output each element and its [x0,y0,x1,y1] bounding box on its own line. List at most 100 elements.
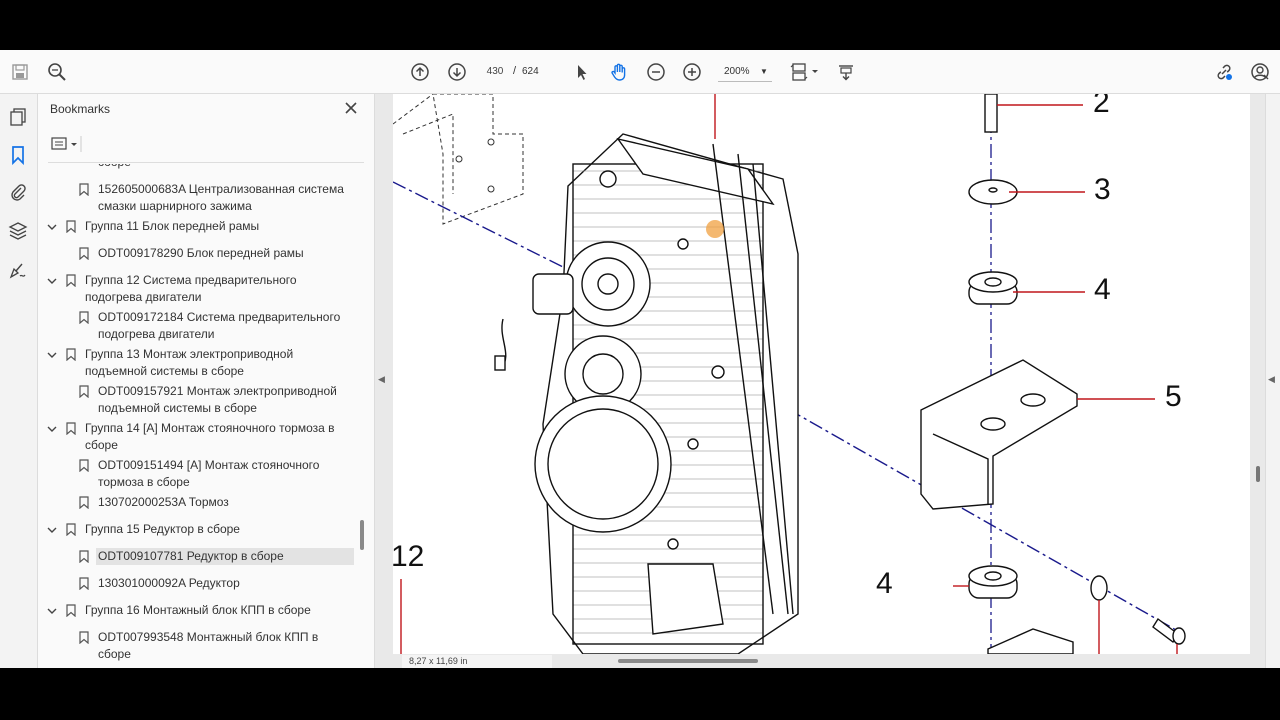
callout-12: 12 [393,540,425,573]
bookmarks-panel-title: Bookmarks [50,102,111,116]
page-size-indicator: 8,27 x 11,69 in [402,655,552,668]
bookmark-icon [79,459,89,472]
bookmark-label: сборе [98,164,354,171]
main-toolbar: 430 / 624 200% ▼ [0,50,1280,94]
callout-2: 2 [1093,94,1110,119]
bookmark-item[interactable]: ODT009151494 [A] Монтаж стояночного торм… [79,457,354,491]
gearbox-drawing [494,133,799,654]
page-total: 624 [522,66,539,77]
bookmark-icon [79,550,89,563]
callout-5: 5 [1165,380,1182,413]
zoom-level-select[interactable]: 200% ▼ [718,62,772,82]
pdf-page: 2 3 4 5 4 12 [393,94,1250,654]
callout-3: 3 [1094,173,1111,206]
account-icon[interactable] [1248,60,1272,84]
screw-part [1152,617,1186,645]
chevron-down-icon[interactable] [47,424,57,434]
bookmark-item[interactable]: сборе [96,164,354,171]
bookmark-tree: сборе 152605000683A Централизованная сист… [38,164,364,668]
bookmark-icon [79,183,89,196]
callout-4-lower: 4 [876,567,893,600]
chevron-down-icon[interactable] [47,606,57,616]
horizontal-scrollbar-thumb[interactable] [618,659,758,663]
bookmark-group[interactable]: Группа 16 Монтажный блок КПП в сборе [38,602,354,619]
bookmark-group[interactable]: Группа 12 Система предварительного подог… [38,272,354,306]
bookmark-label: ODT009151494 [A] Монтаж стояночного торм… [98,458,320,489]
bookmark-icon [66,220,76,233]
page-display-button[interactable] [788,60,822,84]
bookmark-label: ODT009172184 Система предварительного по… [98,310,341,341]
zoom-level-value: 200% [724,66,750,77]
bookmark-label: Группа 14 [A] Монтаж стояночного тормоза… [85,421,335,452]
bookmark-icon [66,274,76,287]
base-block-part [987,628,1074,654]
bookmark-options-button[interactable] [50,134,82,154]
bookmark-label: ODT009157921 Монтаж электроприводной под… [98,384,337,415]
bookmark-group[interactable]: Группа 15 Редуктор в сборе [38,521,354,538]
chevron-down-icon: ▼ [760,67,768,76]
bookmark-label: 152605000683A Централизованная система с… [98,182,344,213]
chevron-down-icon[interactable] [47,222,57,232]
bookmark-group[interactable]: Группа 11 Блок передней рамы [38,218,354,235]
top-black-border [0,0,1280,50]
chevron-down-icon[interactable] [47,525,57,535]
select-tool-icon[interactable] [570,60,594,84]
vertical-scrollbar-thumb[interactable] [1256,466,1260,482]
bookmark-item[interactable]: 130702000253A Тормоз [79,494,354,511]
share-link-icon[interactable] [1212,60,1236,84]
zoom-in-button[interactable] [680,60,704,84]
page-thumbnails-icon[interactable] [7,106,29,128]
bookmark-icon [79,631,89,644]
previous-page-button[interactable] [408,60,432,84]
bookmark-label: 130301000092A Редуктор [98,576,240,590]
bookmark-label: ODT007993548 Монтажный блок КПП в сборе [98,630,319,661]
bookmark-label: ODT009107781 Редуктор в сборе [98,549,284,563]
bookmarks-icon[interactable] [7,144,29,166]
next-page-button[interactable] [445,60,469,84]
bookmark-icon [79,577,89,590]
bookmark-item[interactable]: ODT009178290 Блок передней рамы [79,245,354,262]
hand-tool-icon[interactable] [607,60,631,84]
panel-divider [48,162,364,163]
bookmark-item[interactable]: ODT009107781 Редуктор в сборе [79,548,354,565]
bookmark-label: Группа 11 Блок передней рамы [85,219,260,233]
save-icon[interactable] [8,60,32,84]
bolt-part-2 [984,94,998,133]
chevron-down-icon[interactable] [47,276,57,286]
bookmark-item[interactable]: 152605000683A Централизованная система с… [79,181,354,215]
bookmark-icon [66,523,76,536]
page-separator: / [513,65,517,77]
chevron-down-icon[interactable] [47,350,57,360]
bookmark-label: Группа 16 Монтажный блок КПП в сборе [85,603,311,617]
bookmark-item[interactable]: ODT007993548 Монтажный блок КПП в сборе [79,629,354,663]
bookmark-item[interactable]: ODT009172184 Система предварительного по… [79,309,354,343]
expand-right-panel-icon[interactable]: ◀ [1268,374,1275,385]
bookmark-scrollbar-thumb[interactable] [360,520,364,550]
bookmark-icon [79,311,89,324]
cursor-highlight [706,220,724,238]
bottom-black-border [0,668,1280,720]
bookmark-icon [79,385,89,398]
bookmark-item[interactable]: ODT009157921 Монтаж электроприводной под… [79,383,354,417]
signatures-icon[interactable] [7,259,29,281]
frame-bracket-outline [393,94,524,225]
bookmark-label: Группа 15 Редуктор в сборе [85,522,240,536]
layers-icon[interactable] [7,220,29,242]
bookmark-group[interactable]: Группа 13 Монтаж электроприводной подъем… [38,346,354,380]
bearing-part-4-upper [968,271,1018,305]
bookmark-icon [66,348,76,361]
find-icon[interactable] [45,60,69,84]
scrolling-mode-icon[interactable] [834,60,858,84]
axis-line-left [393,181,574,273]
bookmark-icon [66,604,76,617]
attachments-icon[interactable] [7,181,29,203]
close-icon[interactable] [343,100,359,116]
left-navigation-rail [0,94,38,668]
bookmark-item[interactable]: 130301000092A Редуктор [79,575,354,592]
zoom-out-button[interactable] [644,60,668,84]
bookmark-label: 130702000253A Тормоз [98,495,229,509]
bookmark-group[interactable]: Группа 14 [A] Монтаж стояночного тормоза… [38,420,354,454]
technical-drawing [393,94,1186,654]
collapse-left-panel-icon[interactable]: ◀ [378,374,385,385]
page-number-input[interactable]: 430 [478,62,512,82]
